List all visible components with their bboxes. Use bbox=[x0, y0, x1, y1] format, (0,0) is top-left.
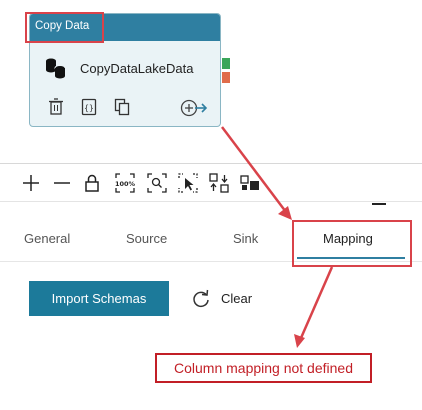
add-output-icon[interactable] bbox=[180, 98, 208, 118]
svg-text:{}: {} bbox=[84, 104, 94, 113]
annotation-box-mapping-tab bbox=[292, 220, 412, 267]
zoom-to-fit-icon[interactable] bbox=[146, 172, 168, 194]
annotation-box-copy-data bbox=[25, 12, 104, 43]
annotation-note: Column mapping not defined bbox=[155, 353, 372, 383]
lock-icon[interactable] bbox=[81, 172, 103, 194]
copy-icon[interactable] bbox=[114, 98, 130, 116]
delete-icon[interactable] bbox=[48, 98, 64, 116]
clear-label: Clear bbox=[221, 291, 253, 306]
zoom-100-icon[interactable]: 100% bbox=[114, 172, 136, 194]
layout-icon[interactable] bbox=[239, 172, 261, 194]
minimize-panel-button[interactable] bbox=[372, 203, 386, 205]
code-icon[interactable]: {} bbox=[81, 98, 97, 116]
auto-align-icon[interactable] bbox=[208, 172, 230, 194]
zoom-out-icon[interactable] bbox=[51, 172, 73, 194]
refresh-icon bbox=[193, 289, 209, 308]
tab-general[interactable]: General bbox=[24, 231, 70, 246]
tab-source[interactable]: Source bbox=[126, 231, 167, 246]
tab-sink[interactable]: Sink bbox=[233, 231, 258, 246]
svg-text:100%: 100% bbox=[115, 180, 136, 188]
failure-output-port[interactable] bbox=[222, 72, 230, 83]
zoom-in-icon[interactable] bbox=[20, 172, 42, 194]
database-icon bbox=[46, 58, 66, 79]
activity-name: CopyDataLakeData bbox=[80, 61, 194, 76]
import-schemas-button[interactable]: Import Schemas bbox=[29, 281, 169, 316]
success-output-port[interactable] bbox=[222, 58, 230, 69]
select-icon[interactable] bbox=[177, 172, 199, 194]
canvas-divider bbox=[0, 163, 422, 164]
properties-panel-border bbox=[0, 201, 422, 202]
